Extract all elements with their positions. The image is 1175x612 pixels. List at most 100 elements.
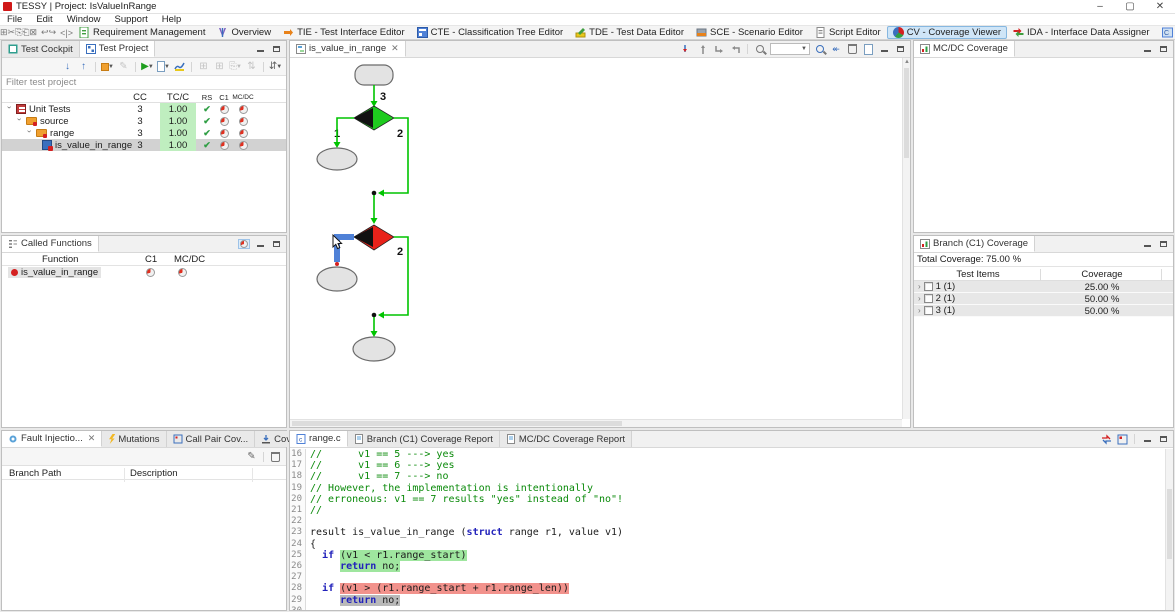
column-tcc[interactable]: TC/C [160,91,196,103]
column-description[interactable]: Description [130,468,178,479]
duplicate-icon[interactable]: ⎘▼ [229,60,242,73]
perspective-overview[interactable]: Overview [211,26,277,39]
branch-row-2[interactable]: › 2 (1) 50.00 % [914,293,1173,305]
column-test-items[interactable]: Test Items [914,269,1042,280]
expand-flow-icon[interactable] [729,44,741,54]
source-code-view[interactable]: 16// v1 == 5 ---> yes 17// v1 == 6 ---> … [290,449,1165,610]
menu-support[interactable]: Support [107,14,154,25]
tree-row-source[interactable]: › source 3 1.00 ✔ [2,115,286,127]
flow-chart-canvas[interactable]: 3 1 2 2 [290,58,910,427]
back-icon[interactable]: ↩ [41,27,49,39]
sort-mode-icon[interactable]: ⇵▼ [269,60,282,73]
cut-icon[interactable]: ✂ [8,27,16,39]
tab-flow-chart[interactable]: is_value_in_range ✕ [290,41,406,57]
minimize-panel-icon[interactable] [1141,239,1153,249]
zoom-level-select[interactable]: ▼ [770,43,810,55]
zoom-out-icon[interactable] [754,44,766,54]
tree-row-is-value-in-range[interactable]: is_value_in_range 3 1.00 ✔ [2,139,286,151]
maximize-panel-icon[interactable] [1157,44,1169,54]
instrumentation-icon[interactable] [173,60,186,73]
maximize-panel-icon[interactable] [270,239,282,249]
menu-window[interactable]: Window [60,14,108,25]
sync-with-flow-icon[interactable] [1100,434,1112,444]
maximize-panel-icon[interactable] [270,44,282,54]
window-minimize-button[interactable]: – [1085,0,1115,13]
window-maximize-button[interactable]: ▢ [1115,0,1145,13]
branch-row-3[interactable]: › 3 (1) 50.00 % [914,305,1173,317]
perspective-sce-scenario-editor[interactable]: SCE - Scenario Editor [690,26,809,39]
perspective-script-editor[interactable]: Script Editor [809,26,887,39]
minimize-panel-icon[interactable] [254,239,266,249]
flow-horizontal-scrollbar[interactable] [290,419,902,427]
menu-help[interactable]: Help [155,14,189,25]
perspective-tie-test-interface-editor[interactable]: TIE - Test Interface Editor [277,26,411,39]
paste-icon[interactable]: ⎗ [22,27,29,39]
flow-edge-false-2[interactable] [380,237,408,315]
flow-exit-node-2[interactable] [317,267,357,291]
coverage-settings-icon[interactable] [1116,434,1128,444]
delete-icon[interactable]: ⊠ [30,27,38,39]
edit-icon[interactable]: ✎ [245,450,258,463]
filter-test-project-input[interactable] [2,76,286,89]
clear-diagram-icon[interactable] [846,44,858,54]
flow-start-node[interactable] [355,65,393,85]
export-tests-icon[interactable]: ↑ [77,60,90,73]
minimize-panel-icon[interactable] [878,44,890,54]
maximize-panel-icon[interactable] [1157,434,1169,444]
flow-exit-node-1[interactable] [317,148,357,170]
perspective-cte-classification-tree-editor[interactable]: CTE - Classification Tree Editor [411,26,570,39]
column-coverage[interactable]: Coverage [1042,269,1162,280]
perspective-ida-interface-data-assigner[interactable]: IDA - Interface Data Assigner [1007,26,1156,39]
maximize-panel-icon[interactable] [894,44,906,54]
minimize-panel-icon[interactable] [254,44,266,54]
delete-icon[interactable] [269,450,282,463]
new-test-step-icon[interactable]: ⊞ [213,60,226,73]
tab-mcdc-coverage-report[interactable]: MC/DC Coverage Report [500,431,632,447]
tab-branch-coverage[interactable]: Branch (C1) Coverage [914,236,1035,252]
called-function-row[interactable]: is_value_in_range [2,266,286,278]
column-branch-path[interactable]: Branch Path [9,468,61,479]
perspective-cv-coverage-viewer[interactable]: CV - Coverage Viewer [887,26,1007,39]
code-editor-icon[interactable]: <|> [60,27,73,39]
new-test-collection-icon[interactable]: ▼ [101,60,114,73]
tab-range-c[interactable]: c range.c [290,431,348,447]
code-vertical-scrollbar[interactable] [1165,449,1173,610]
tab-called-functions[interactable]: Called Functions [2,236,99,252]
minimize-panel-icon[interactable] [1141,434,1153,444]
tree-row-unit-tests[interactable]: › Unit Tests 3 1.00 ✔ [2,103,286,115]
column-cc[interactable]: CC [122,91,158,103]
show-true-branches-icon[interactable] [681,44,693,54]
run-test-icon[interactable]: ▶▼ [141,60,154,73]
perspective-c-cpp[interactable]: C C/C++ [1156,26,1175,39]
copy-icon[interactable]: ⎘ [15,27,22,39]
tab-test-cockpit[interactable]: Test Cockpit [2,41,80,57]
column-function[interactable]: Function [42,254,78,265]
tab-branch-coverage-report[interactable]: Branch (C1) Coverage Report [348,431,500,447]
zoom-in-icon[interactable] [814,44,826,54]
flow-edge-false-1[interactable] [380,118,408,193]
column-c1[interactable]: C1 [216,91,232,103]
new-test-case-icon[interactable]: ⊞ [197,60,210,73]
flow-vertical-scrollbar[interactable]: ▲ [902,58,910,419]
maximize-panel-icon[interactable] [1157,239,1169,249]
menu-file[interactable]: File [0,14,29,25]
branch-row-1[interactable]: › 1 (1) 25.00 % [914,281,1173,293]
edit-test-collection-icon[interactable]: ✎ [117,60,130,73]
perspective-tde-test-data-editor[interactable]: TDE - Test Data Editor [569,26,690,39]
tab-test-project[interactable]: Test Project [80,41,156,57]
column-rs[interactable]: RS [200,91,214,103]
window-close-button[interactable]: ✕ [1145,0,1175,13]
scroll-up-icon[interactable]: ▲ [903,58,910,66]
forward-icon[interactable]: ↪ [49,27,57,39]
save-icon[interactable]: ⊞ [0,27,8,39]
expander-icon[interactable]: › [26,130,34,137]
column-mcdc[interactable]: MC/DC [174,254,205,265]
close-tab-icon[interactable]: ✕ [391,43,399,54]
menu-edit[interactable]: Edit [29,14,59,25]
expand-icon[interactable]: › [918,306,921,315]
generate-report-icon[interactable]: ▼ [157,60,170,73]
expander-icon[interactable]: › [16,118,24,125]
zoom-reset-icon[interactable]: ↞ [830,44,842,54]
minimize-panel-icon[interactable] [1141,44,1153,54]
expander-icon[interactable]: › [6,106,14,113]
